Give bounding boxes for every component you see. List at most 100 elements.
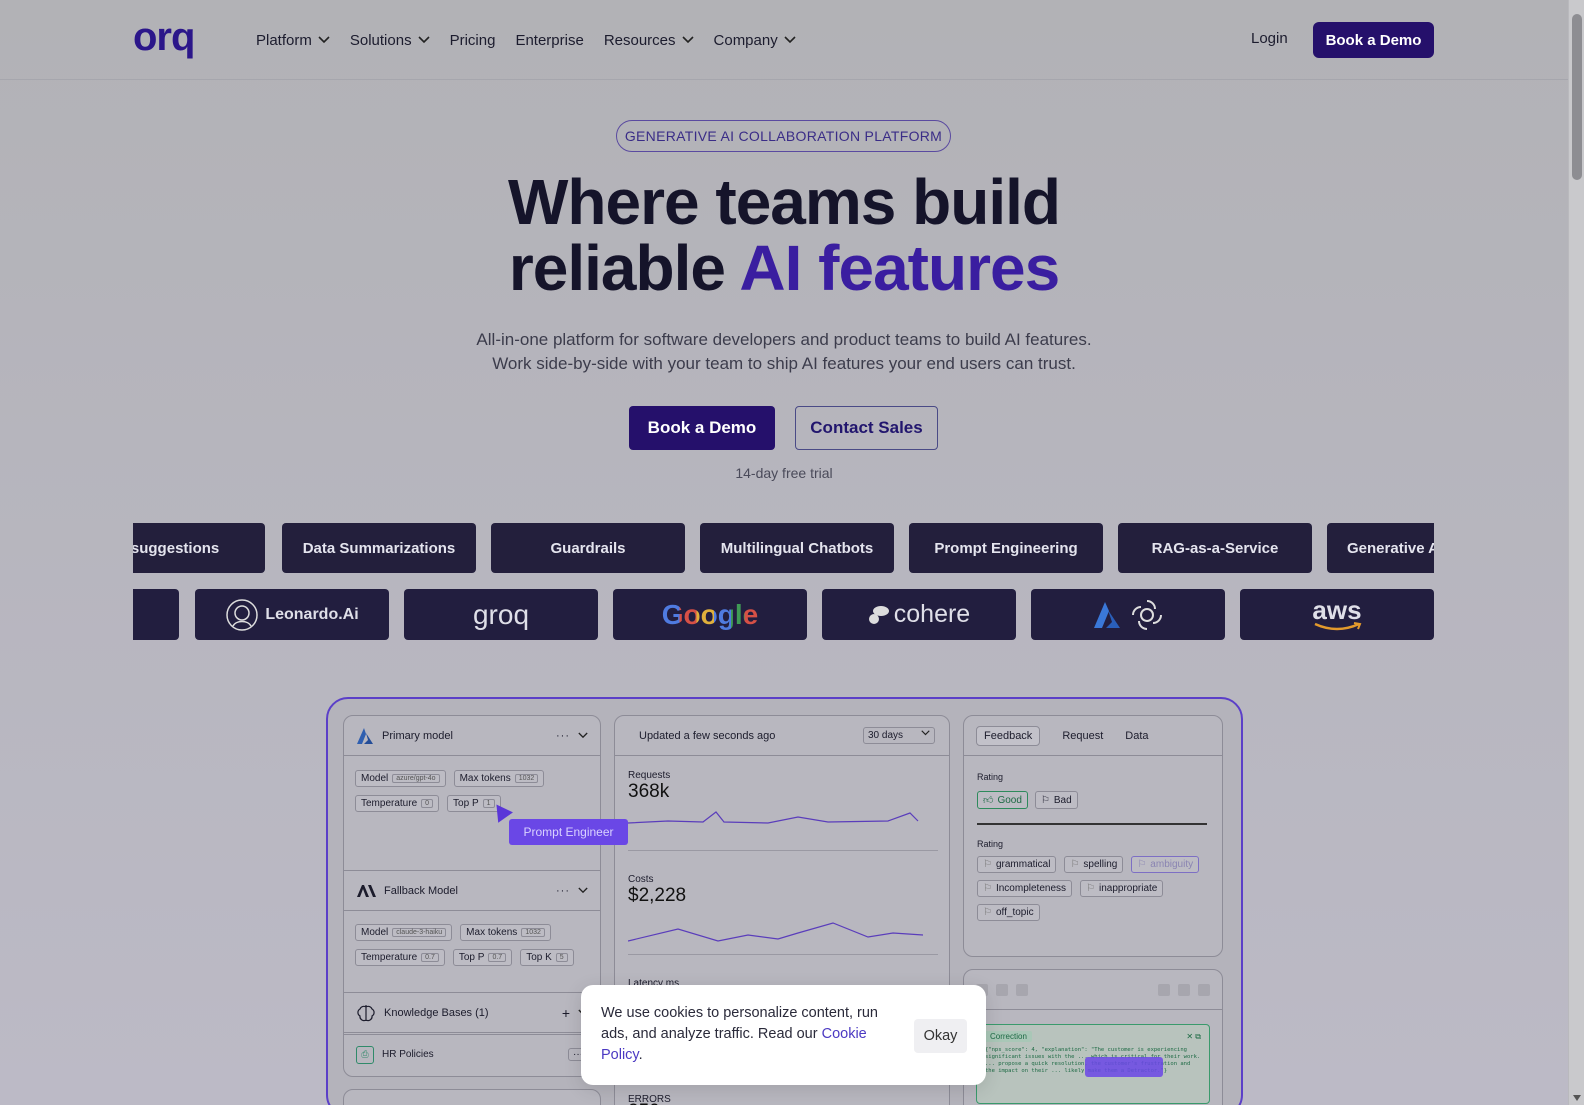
nav-resources[interactable]: Resources xyxy=(604,28,694,52)
rating-label: Rating xyxy=(977,772,1004,782)
login-link[interactable]: Login xyxy=(1251,30,1288,47)
bad-label: Bad xyxy=(1053,794,1072,806)
tag-inappropriate[interactable]: ⚐ inappropriate xyxy=(1080,880,1164,897)
nav-label: Solutions xyxy=(349,31,412,49)
tag-off-topic[interactable]: ⚐ off_topic xyxy=(977,904,1040,921)
site-header: orq Platform Solutions Pricing Enterpris… xyxy=(0,0,1568,80)
more-icon[interactable]: ··· xyxy=(556,885,570,897)
book-demo-button-header[interactable]: Book a Demo xyxy=(1313,22,1434,58)
costs-metric: Costs $2,228 xyxy=(627,874,928,956)
bad-rating[interactable]: ⚐ Bad xyxy=(1034,791,1078,809)
tag-label: Incompleteness xyxy=(995,883,1067,894)
brain-icon xyxy=(357,1004,375,1021)
tag-incompleteness[interactable]: ⚐ Incompleteness xyxy=(977,880,1073,897)
toolbar-icon xyxy=(1178,983,1190,996)
page-scrollbar[interactable] xyxy=(1568,0,1584,1105)
good-rating[interactable]: 👍︎ Good xyxy=(977,791,1028,809)
temperature-param[interactable]: Temperature 0.7 xyxy=(355,949,445,966)
chevron-down-icon xyxy=(784,36,796,44)
azure-icon xyxy=(357,727,373,744)
metric-label: Requests xyxy=(628,770,671,781)
range-select[interactable]: 30 days xyxy=(863,727,935,744)
tag-ambiguity[interactable]: ⚐ ambiguity xyxy=(1131,856,1200,873)
model-param[interactable]: Model claude-3-haiku xyxy=(355,924,453,941)
cookie-okay-button[interactable]: Okay xyxy=(914,1019,967,1053)
scroll-down-icon[interactable] xyxy=(1573,1095,1581,1101)
toolbar-icon xyxy=(996,983,1008,996)
errors-metric: ERRORS 250 xyxy=(628,1094,671,1105)
nav-label: Platform xyxy=(256,31,312,49)
hero-subtitle-line1: All-in-one platform for software develop… xyxy=(476,330,1092,349)
temperature-param[interactable]: Temperature 0 xyxy=(355,795,440,812)
flag-icon: ⚐ xyxy=(1070,859,1080,870)
use-case-chip: RAG-as-a-Service xyxy=(1118,523,1312,573)
param-label: Temperature xyxy=(361,952,418,963)
use-case-chip: Guardrails xyxy=(491,523,685,573)
use-case-chip: Generative A xyxy=(1327,523,1434,573)
tab-request[interactable]: Request xyxy=(1062,730,1103,742)
flag-icon: ⚐ xyxy=(983,907,992,918)
nav-solutions[interactable]: Solutions xyxy=(350,28,430,52)
tab-feedback[interactable]: Feedback xyxy=(976,725,1041,746)
google-logo: Google xyxy=(613,589,807,640)
model-param[interactable]: Model azure/gpt-4o xyxy=(355,770,446,787)
tag-spelling[interactable]: ⚐ spelling xyxy=(1064,856,1124,873)
param-value: 0.7 xyxy=(488,953,507,962)
rating-section: Rating 👍︎ Good ⚐ Bad Rating ⚐ grammatical ⚐… xyxy=(964,756,1222,921)
chevron-down-icon xyxy=(418,36,430,44)
nav-enterprise[interactable]: Enterprise xyxy=(515,28,583,52)
scrollbar-thumb[interactable] xyxy=(1572,14,1582,180)
contact-sales-button[interactable]: Contact Sales xyxy=(795,406,938,450)
correction-label: Correction xyxy=(985,1031,1032,1042)
use-case-chip: o-suggestions xyxy=(133,523,265,573)
close-icon[interactable]: ✕ ⧉ xyxy=(1186,1032,1201,1042)
azure-openai-logo xyxy=(1031,589,1225,640)
anthropic-icon xyxy=(357,884,376,897)
kb-item[interactable]: ⎙ HR Policies ··· xyxy=(344,1034,600,1074)
main-nav: Platform Solutions Pricing Enterprise Re… xyxy=(256,28,796,52)
primary-model-header: Primary model ··· xyxy=(344,716,600,756)
max-tokens-param[interactable]: Max tokens 1032 xyxy=(453,770,545,787)
add-icon[interactable]: + xyxy=(562,1005,570,1021)
tag-grammatical[interactable]: ⚐ grammatical xyxy=(977,856,1057,873)
fallback-model-header: Fallback Model ··· xyxy=(344,871,600,911)
cookie-suffix: . xyxy=(638,1047,643,1063)
correction-panel: Correction ✕ ⧉ {"nps_score": 4, "explana… xyxy=(963,969,1223,1105)
toolbar-icon xyxy=(1198,983,1210,996)
kb-item-label: HR Policies xyxy=(382,1049,434,1060)
toolbar-icon xyxy=(1158,983,1170,996)
max-tokens-param[interactable]: Max tokens 1032 xyxy=(460,924,551,941)
range-value: 30 days xyxy=(868,730,904,741)
chevron-down-icon[interactable] xyxy=(578,887,588,894)
provider-name: groq xyxy=(472,598,530,630)
requests-sparkline xyxy=(627,811,919,824)
tab-data[interactable]: Data xyxy=(1125,730,1148,742)
knowledge-bases-title: Knowledge Bases (1) xyxy=(384,1006,489,1019)
nav-company[interactable]: Company xyxy=(714,28,796,52)
param-label: Top P xyxy=(453,798,479,809)
top-k-param[interactable]: Top K5 xyxy=(520,949,574,966)
provider-name: Leonardo.Ai xyxy=(265,605,359,623)
leonardo-mark-icon xyxy=(226,598,259,631)
more-icon[interactable]: ··· xyxy=(556,730,570,742)
metric-label: Costs xyxy=(628,874,654,885)
metric-value: $2,228 xyxy=(628,885,687,906)
document-icon: ⎙ xyxy=(356,1045,374,1064)
primary-model-params: Model azure/gpt-4o Max tokens 1032 Tempera… xyxy=(344,756,574,812)
chevron-down-icon xyxy=(318,36,330,44)
top-p-param[interactable]: Top P 0.7 xyxy=(452,949,513,966)
extra-panel xyxy=(343,1089,601,1105)
knowledge-bases-header: Knowledge Bases (1) + xyxy=(344,993,600,1033)
nav-pricing[interactable]: Pricing xyxy=(450,28,496,52)
chevron-down-icon[interactable] xyxy=(578,732,588,739)
aws-smile-icon xyxy=(1314,621,1362,630)
nav-platform[interactable]: Platform xyxy=(256,28,330,52)
cohere-logo: cohere xyxy=(822,589,1016,640)
book-demo-button[interactable]: Book a Demo xyxy=(629,406,775,450)
param-label: Max tokens xyxy=(466,927,518,938)
orq-logo[interactable]: orq xyxy=(133,20,213,66)
tag-label: grammatical xyxy=(995,859,1051,870)
cookie-text: We use cookies to personalize content, r… xyxy=(601,1003,901,1066)
tag-label: inappropriate xyxy=(1098,883,1158,894)
flag-icon: ⚐ xyxy=(983,859,992,870)
